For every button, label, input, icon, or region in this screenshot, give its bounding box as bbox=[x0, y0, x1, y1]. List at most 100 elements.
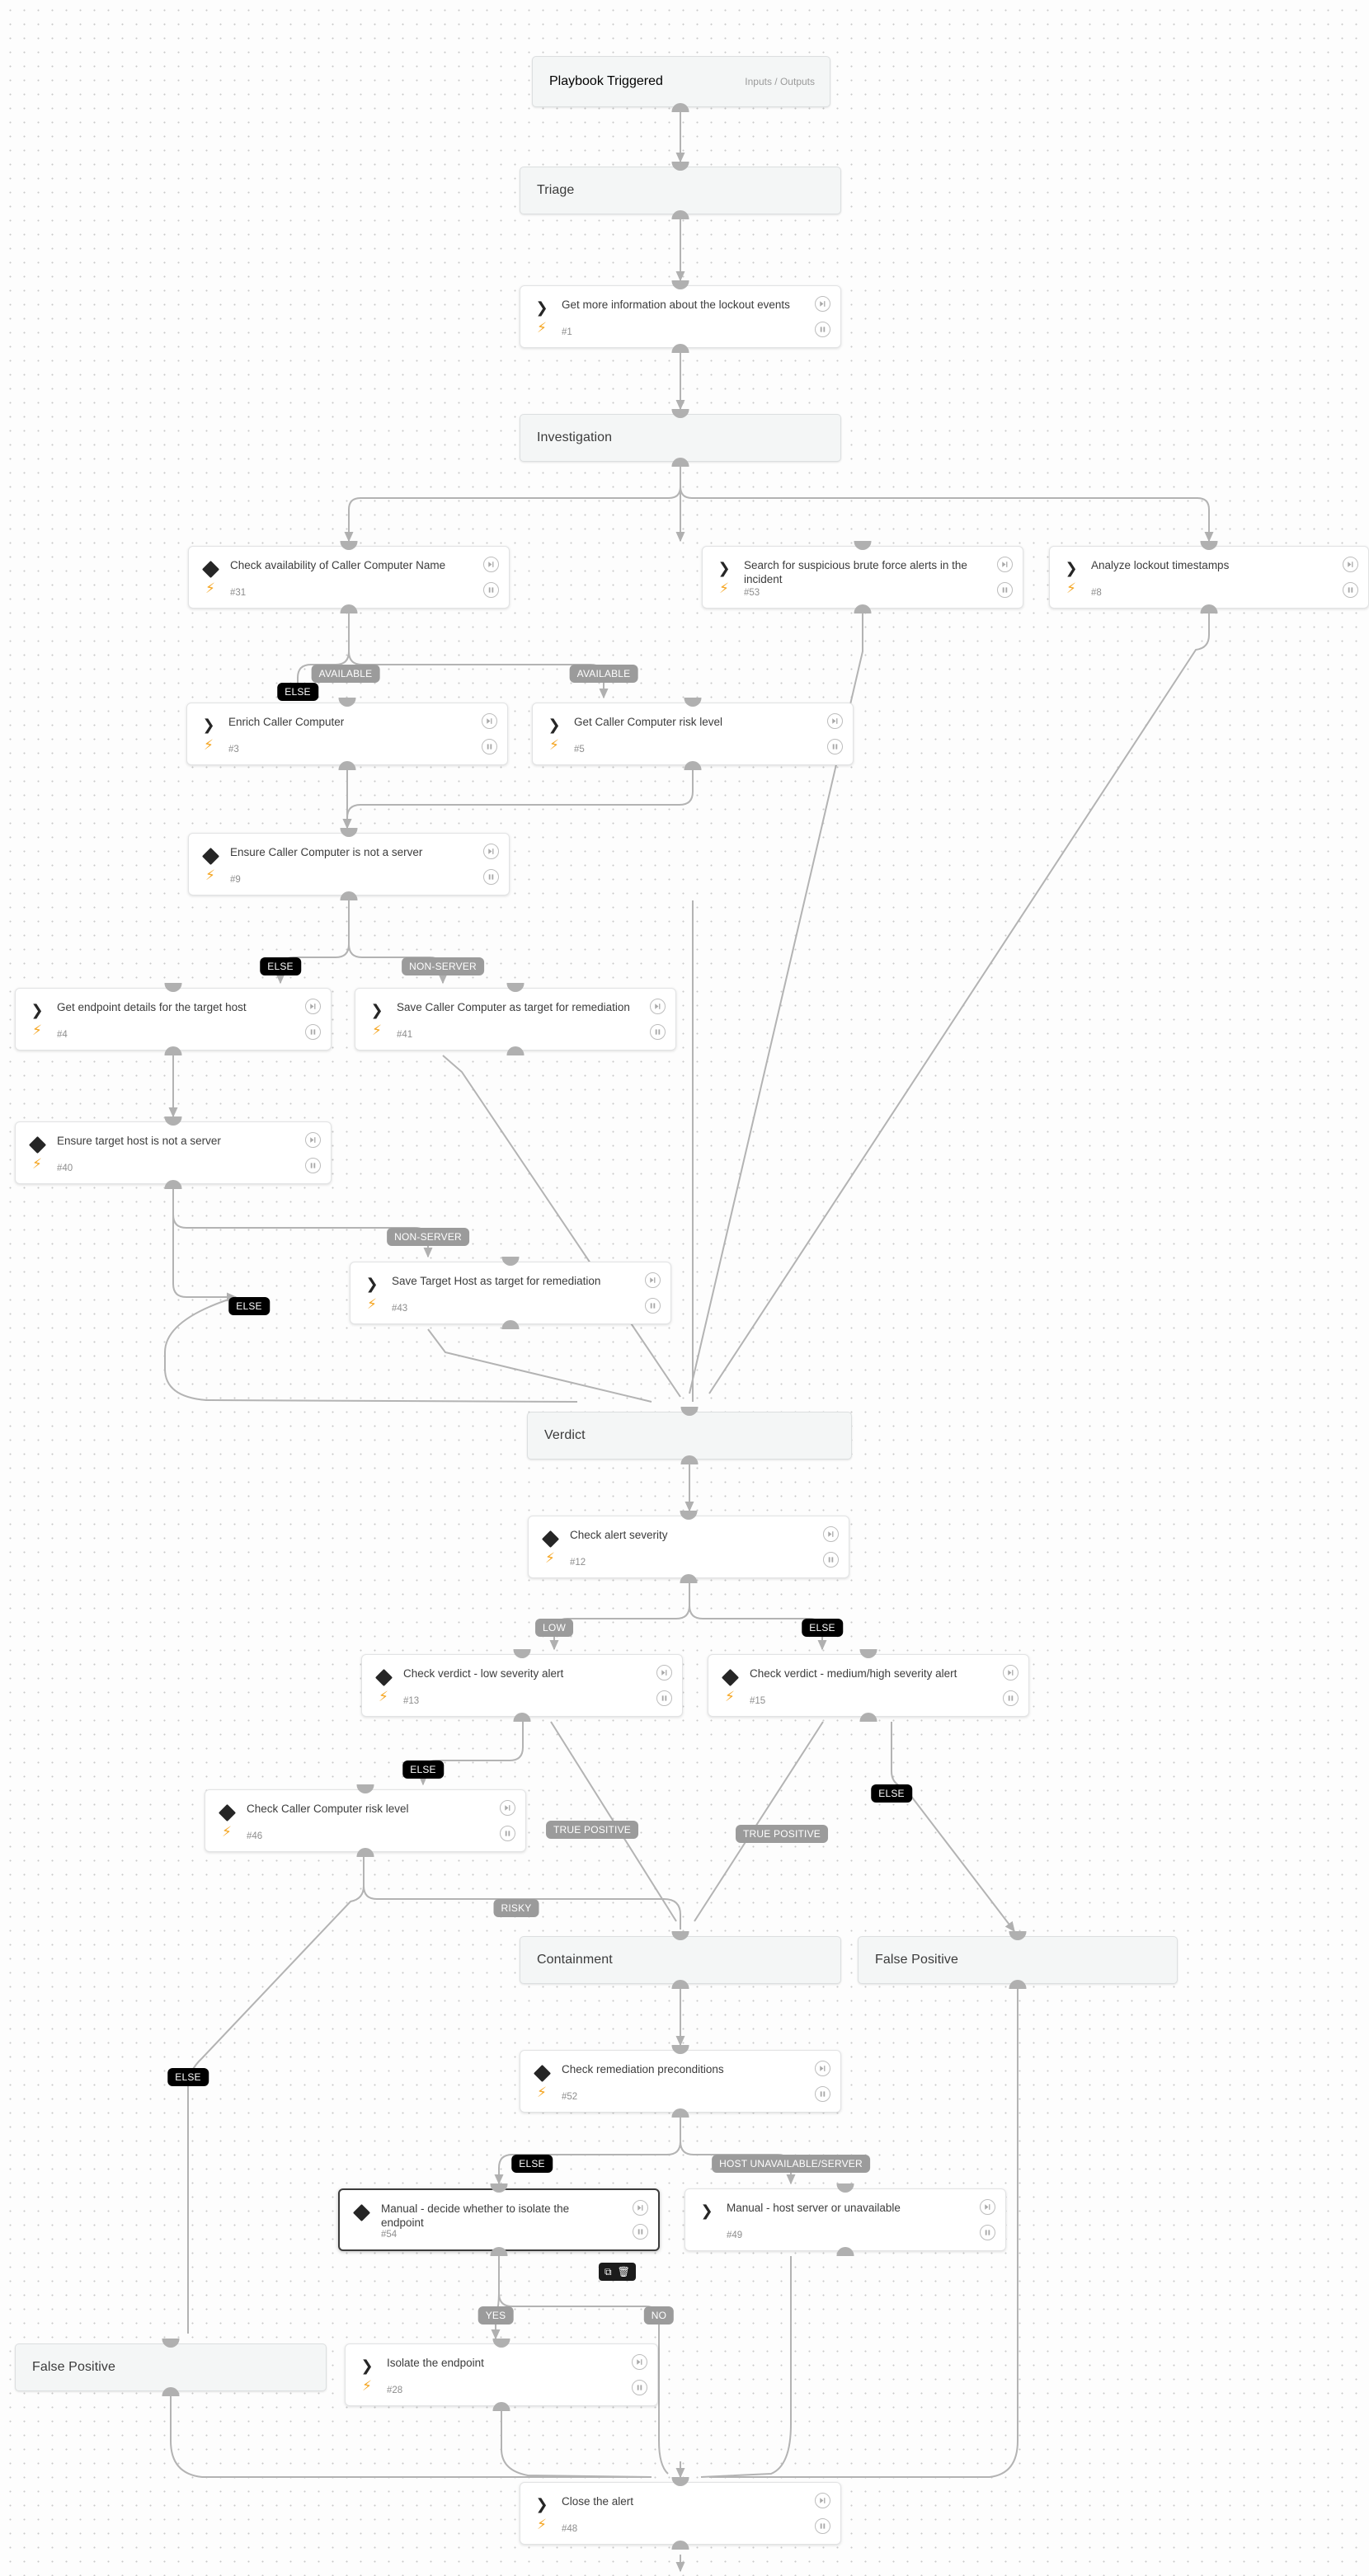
edge-label-l-tp-1[interactable]: TRUE POSITIVE bbox=[546, 1821, 638, 1839]
task-title: Isolate the endpoint bbox=[387, 2357, 484, 2369]
edge-label-l-nonserver-1[interactable]: NON-SERVER bbox=[402, 957, 484, 975]
skip-next-icon[interactable] bbox=[500, 1800, 515, 1816]
task-node-48[interactable]: ❯ ⚡ Close the alert #48 bbox=[520, 2482, 841, 2545]
pause-icon[interactable] bbox=[815, 2086, 830, 2102]
skip-next-icon[interactable] bbox=[656, 1665, 672, 1681]
edge-label-l-available-else[interactable]: ELSE bbox=[277, 683, 318, 701]
edge-label-l-else-n15[interactable]: ELSE bbox=[871, 1784, 912, 1803]
task-node-4[interactable]: ❯ ⚡ Get endpoint details for the target ho… bbox=[15, 988, 332, 1051]
task-node-13[interactable]: ⚡ Check verdict - low severity alert #13 bbox=[361, 1654, 683, 1717]
skip-next-icon[interactable] bbox=[305, 999, 321, 1014]
skip-next-icon[interactable] bbox=[815, 296, 830, 312]
task-node-54[interactable]: Manual - decide whether to isolate the e… bbox=[338, 2188, 660, 2251]
edge-label-l-tp-2[interactable]: TRUE POSITIVE bbox=[736, 1825, 828, 1843]
task-id: #13 bbox=[403, 1696, 420, 1706]
phase-label: Triage bbox=[537, 183, 575, 197]
pause-icon[interactable] bbox=[823, 1552, 839, 1568]
skip-next-icon[interactable] bbox=[483, 557, 499, 572]
task-node-41[interactable]: ❯ ⚡ Save Caller Computer as target for rem… bbox=[355, 988, 676, 1051]
skip-next-icon[interactable] bbox=[815, 2061, 830, 2076]
pause-icon[interactable] bbox=[305, 1024, 321, 1040]
task-node-49[interactable]: ❯ Manual - host server or unavailable #49 bbox=[684, 2188, 1006, 2251]
phase-node-triage[interactable]: Triage bbox=[520, 167, 841, 214]
pause-icon[interactable] bbox=[305, 1158, 321, 1173]
task-node-46[interactable]: ⚡ Check Caller Computer risk level #46 bbox=[205, 1789, 526, 1852]
edge-label-l-available-2[interactable]: AVAILABLE bbox=[569, 665, 638, 683]
task-id: #15 bbox=[750, 1696, 766, 1706]
pause-icon[interactable] bbox=[1343, 582, 1358, 598]
edge-label-l-else-n12[interactable]: ELSE bbox=[802, 1619, 843, 1637]
pause-icon[interactable] bbox=[980, 2225, 995, 2240]
playbook-canvas[interactable]: Playbook Triggered Inputs / Outputs Tria… bbox=[0, 0, 1369, 2576]
pause-icon[interactable] bbox=[827, 739, 843, 754]
chevron-right-icon: ❯ bbox=[535, 2496, 548, 2513]
pause-icon[interactable] bbox=[997, 582, 1013, 598]
edge-label-l-nonserver-2[interactable]: NON-SERVER bbox=[387, 1228, 469, 1246]
edge-label-l-no[interactable]: NO bbox=[643, 2306, 675, 2325]
trash-icon[interactable]: 🗑 bbox=[618, 2267, 630, 2277]
edge-label-l-host-unavail[interactable]: HOST UNAVAILABLE/SERVER bbox=[712, 2155, 870, 2173]
edge-label-l-else-n9[interactable]: ELSE bbox=[260, 957, 301, 975]
edge-label-l-available-1[interactable]: AVAILABLE bbox=[311, 665, 380, 683]
task-node-28[interactable]: ❯ ⚡ Isolate the endpoint #28 bbox=[345, 2343, 658, 2406]
edge-label-l-low[interactable]: LOW bbox=[535, 1619, 573, 1637]
skip-next-icon[interactable] bbox=[1003, 1665, 1019, 1681]
pause-icon[interactable] bbox=[483, 869, 499, 885]
task-node-43[interactable]: ❯ ⚡ Save Target Host as target for remedia… bbox=[350, 1262, 671, 1324]
phase-node-containment[interactable]: Containment bbox=[520, 1936, 841, 1984]
phase-node-investigation[interactable]: Investigation bbox=[520, 414, 841, 462]
task-node-9[interactable]: ⚡ Ensure Caller Computer is not a server #… bbox=[188, 833, 510, 895]
phase-node-verdict[interactable]: Verdict bbox=[527, 1412, 852, 1460]
task-id: #52 bbox=[562, 2092, 578, 2102]
skip-next-icon[interactable] bbox=[823, 1526, 839, 1542]
pause-icon[interactable] bbox=[500, 1826, 515, 1841]
pause-icon[interactable] bbox=[815, 322, 830, 337]
pause-icon[interactable] bbox=[1003, 1690, 1019, 1706]
edge-label-l-yes[interactable]: YES bbox=[478, 2306, 514, 2325]
edge-label-l-else-n40[interactable]: ELSE bbox=[228, 1297, 270, 1315]
skip-next-icon[interactable] bbox=[1343, 557, 1358, 572]
edge-label-l-risky[interactable]: RISKY bbox=[493, 1899, 539, 1917]
skip-next-icon[interactable] bbox=[815, 2493, 830, 2508]
task-node-15[interactable]: ⚡ Check verdict - medium/high severity al… bbox=[708, 1654, 1029, 1717]
pause-icon[interactable] bbox=[633, 2224, 648, 2240]
task-node-12[interactable]: ⚡ Check alert severity #12 bbox=[528, 1516, 849, 1578]
skip-next-icon[interactable] bbox=[645, 1272, 661, 1288]
skip-next-icon[interactable] bbox=[305, 1132, 321, 1148]
task-node-40[interactable]: ⚡ Ensure target host is not a server #40 bbox=[15, 1121, 332, 1184]
pause-icon[interactable] bbox=[656, 1690, 672, 1706]
pause-icon[interactable] bbox=[483, 582, 499, 598]
task-title: Get more information about the lockout e… bbox=[562, 298, 790, 311]
pause-icon[interactable] bbox=[650, 1024, 666, 1040]
phase-node-false-positive-1[interactable]: False Positive bbox=[858, 1936, 1178, 1984]
copy-icon[interactable]: ⧉ bbox=[605, 2267, 612, 2277]
pause-icon[interactable] bbox=[632, 2380, 647, 2395]
task-node-31[interactable]: ⚡ Check availability of Caller Computer N… bbox=[188, 546, 510, 609]
skip-next-icon[interactable] bbox=[997, 557, 1013, 572]
task-node-1[interactable]: ❯ ⚡ Get more information about the lockout… bbox=[520, 285, 841, 348]
phase-node-false-positive-2[interactable]: False Positive bbox=[15, 2343, 327, 2391]
skip-next-icon[interactable] bbox=[650, 999, 666, 1014]
task-node-52[interactable]: ⚡ Check remediation preconditions #52 bbox=[520, 2050, 841, 2113]
trigger-node[interactable]: Playbook Triggered Inputs / Outputs bbox=[532, 56, 830, 107]
skip-next-icon[interactable] bbox=[980, 2199, 995, 2215]
skip-next-icon[interactable] bbox=[483, 844, 499, 859]
edge-label-l-else-n46[interactable]: ELSE bbox=[167, 2068, 209, 2086]
skip-next-icon[interactable] bbox=[827, 713, 843, 729]
edge-label-l-else-n52[interactable]: ELSE bbox=[511, 2155, 553, 2173]
task-node-5[interactable]: ❯ ⚡ Get Caller Computer risk level #5 bbox=[532, 703, 854, 765]
pause-icon[interactable] bbox=[645, 1298, 661, 1314]
task-node-8[interactable]: ❯ ⚡ Analyze lockout timestamps #8 bbox=[1049, 546, 1369, 609]
chevron-right-icon: ❯ bbox=[1065, 560, 1078, 577]
skip-next-icon[interactable] bbox=[632, 2354, 647, 2370]
trigger-inputs-outputs-link[interactable]: Inputs / Outputs bbox=[745, 76, 815, 87]
pause-icon[interactable] bbox=[815, 2518, 830, 2534]
skip-next-icon[interactable] bbox=[482, 713, 497, 729]
skip-next-icon[interactable] bbox=[633, 2200, 648, 2216]
node-context-toolbar[interactable]: ⧉ 🗑 bbox=[599, 2263, 636, 2281]
lightning-bolt-icon: ⚡ bbox=[362, 2377, 372, 2395]
task-node-53[interactable]: ❯ ⚡ Search for suspicious brute force aler… bbox=[702, 546, 1023, 609]
pause-icon[interactable] bbox=[482, 739, 497, 754]
edge-label-l-else-n13[interactable]: ELSE bbox=[402, 1760, 444, 1779]
task-node-3[interactable]: ❯ ⚡ Enrich Caller Computer #3 bbox=[186, 703, 508, 765]
